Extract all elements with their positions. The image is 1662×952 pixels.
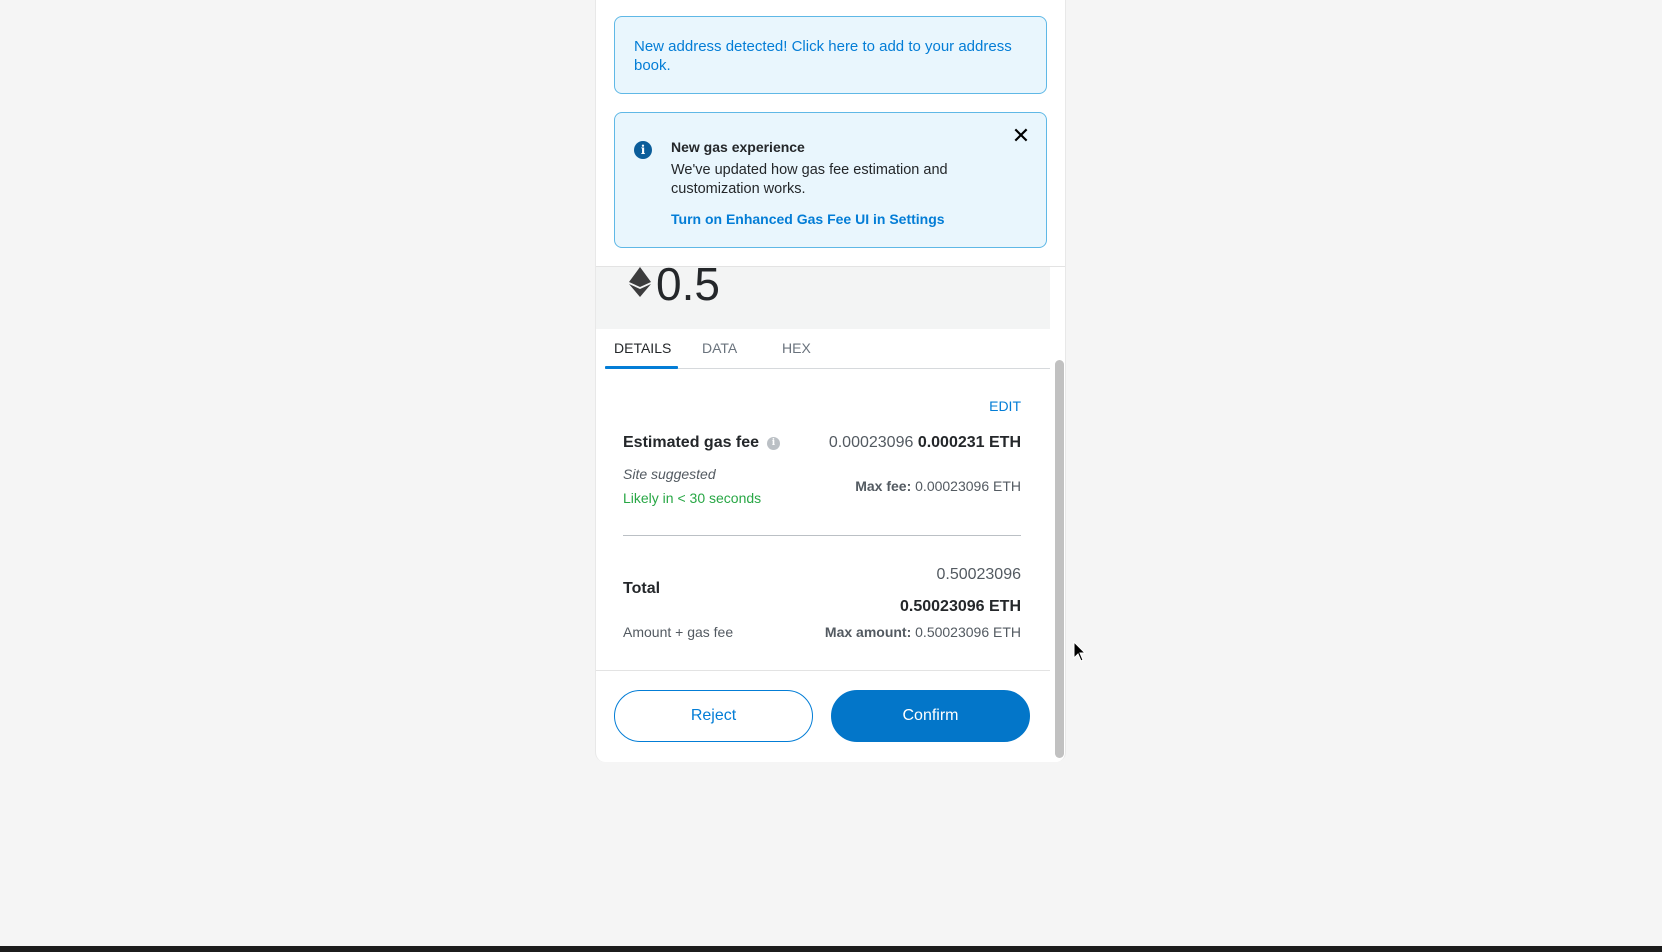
send-amount-area: 0.5 [596, 267, 1050, 329]
tab-hex[interactable]: HEX [782, 340, 811, 356]
gas-fee-info-icon[interactable]: i [767, 437, 780, 450]
estimated-gas-fee-value: 0.00023096 0.000231 ETH [829, 434, 1021, 452]
bottom-bar [0, 946, 1662, 952]
site-suggested-label: Site suggested [623, 466, 716, 482]
mouse-cursor-icon [1073, 641, 1087, 662]
estimated-gas-fee-label: Estimated gas fee [623, 434, 760, 451]
details-divider [623, 535, 1021, 536]
max-fee-row: Max fee: 0.00023096 ETH [855, 478, 1021, 494]
max-amount-row: Max amount: 0.50023096 ETH [825, 624, 1021, 640]
max-amount-value: 0.50023096 ETH [915, 624, 1021, 640]
edit-gas-button[interactable]: EDIT [989, 398, 1021, 414]
enhanced-gas-fee-settings-link[interactable]: Turn on Enhanced Gas Fee UI in Settings [671, 211, 945, 227]
close-icon[interactable]: ✕ [1010, 125, 1032, 147]
amount-plus-gas-label: Amount + gas fee [623, 624, 734, 640]
info-icon: i [634, 141, 652, 159]
new-address-notice-text[interactable]: New address detected! Click here to add … [634, 38, 1012, 74]
active-tab-indicator [605, 366, 678, 369]
tab-details[interactable]: DETAILS [614, 340, 671, 356]
total-primary: 0.50023096 ETH [900, 598, 1021, 615]
max-fee-label: Max fee: [855, 478, 912, 494]
total-secondary: 0.50023096 [936, 566, 1021, 583]
reject-button[interactable]: Reject [614, 690, 813, 742]
tab-bar: DETAILS DATA HEX [605, 330, 1050, 369]
likely-time-label: Likely in < 30 seconds [623, 490, 762, 506]
tab-data[interactable]: DATA [702, 340, 737, 356]
gas-experience-notice: i New gas experience We've updated how g… [614, 112, 1047, 248]
total-label: Total [623, 580, 661, 597]
gas-notice-body: We've updated how gas fee estimation and… [671, 162, 948, 197]
eth-diamond-icon [629, 267, 651, 297]
max-fee-value: 0.00023096 ETH [915, 478, 1021, 494]
amount-value: 0.5 [656, 267, 720, 310]
gas-fee-secondary: 0.00023096 [828, 434, 914, 451]
scrollbar-thumb[interactable] [1055, 360, 1064, 758]
confirm-button[interactable]: Confirm [831, 690, 1030, 742]
gas-notice-title: New gas experience [671, 139, 805, 155]
max-amount-label: Max amount: [824, 624, 912, 640]
gas-fee-primary: 0.000231 ETH [917, 434, 1021, 451]
footer-divider [596, 670, 1050, 671]
new-address-notice[interactable]: New address detected! Click here to add … [614, 16, 1047, 94]
confirm-transaction-panel: New address detected! Click here to add … [595, 0, 1066, 762]
